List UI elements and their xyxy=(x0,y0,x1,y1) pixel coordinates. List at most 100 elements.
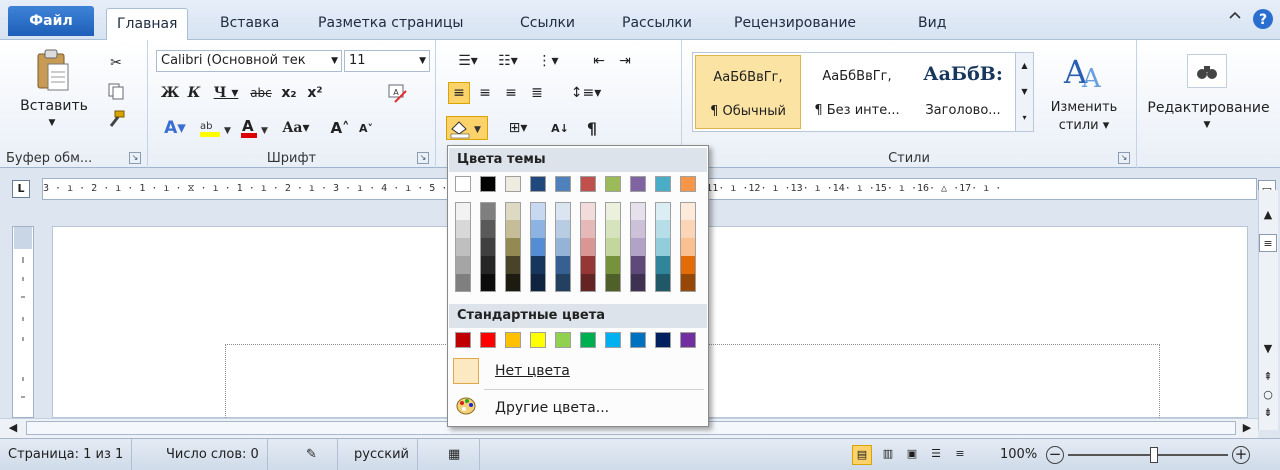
color-swatch[interactable] xyxy=(655,256,671,274)
font-name-combo[interactable]: Calibri (Основной тек ▼ xyxy=(156,50,342,72)
align-right-button[interactable]: ≡ xyxy=(500,82,522,104)
color-swatch[interactable] xyxy=(630,238,646,256)
color-swatch[interactable] xyxy=(630,202,646,220)
tab-file[interactable]: Файл xyxy=(8,6,94,36)
color-swatch[interactable] xyxy=(605,202,621,220)
color-swatch[interactable] xyxy=(580,256,596,274)
color-swatch[interactable] xyxy=(605,256,621,274)
color-swatch[interactable] xyxy=(605,332,621,348)
shrink-font-button[interactable]: A˅ xyxy=(354,116,378,140)
minimize-ribbon-icon[interactable] xyxy=(1224,8,1246,30)
strikethrough-button[interactable]: abc xyxy=(246,82,276,104)
scroll-up-icon[interactable]: ▲ xyxy=(1259,206,1277,224)
color-swatch[interactable] xyxy=(505,256,521,274)
zoom-out-icon[interactable]: − xyxy=(1046,446,1064,464)
web-layout-view-icon[interactable]: ▣ xyxy=(902,445,922,465)
tab-review[interactable]: Рецензирование xyxy=(724,8,866,40)
color-swatch[interactable] xyxy=(555,332,571,348)
color-swatch[interactable] xyxy=(630,332,646,348)
zoom-level[interactable]: 100% xyxy=(1000,439,1037,470)
line-spacing-button[interactable]: ↕≡▾ xyxy=(568,82,604,104)
color-swatch[interactable] xyxy=(530,332,546,348)
outline-view-icon[interactable]: ☰ xyxy=(926,445,946,465)
paste-dropdown-arrow-icon[interactable]: ▼ xyxy=(44,116,60,130)
color-swatch[interactable] xyxy=(505,238,521,256)
style-normal[interactable]: АаБбВвГг, ¶ Обычный xyxy=(695,55,801,129)
tab-selector-icon[interactable]: L xyxy=(12,180,30,198)
color-swatch[interactable] xyxy=(680,176,696,192)
vertical-scrollbar[interactable]: ▲ ≡ ▼ ⇞ ○ ⇟ xyxy=(1258,190,1278,430)
color-swatch[interactable] xyxy=(630,256,646,274)
subscript-button[interactable]: x₂ xyxy=(278,82,300,104)
color-swatch[interactable] xyxy=(605,238,621,256)
color-swatch[interactable] xyxy=(680,220,696,238)
style-heading-1[interactable]: АаБбВ: Заголово... xyxy=(913,55,1013,129)
zoom-slider-thumb[interactable] xyxy=(1150,447,1158,463)
full-screen-reading-view-icon[interactable]: ▥ xyxy=(878,445,898,465)
color-swatch[interactable] xyxy=(680,274,696,292)
format-painter-icon[interactable] xyxy=(104,108,128,130)
cut-icon[interactable]: ✂ xyxy=(104,52,128,74)
copy-icon[interactable] xyxy=(104,80,128,102)
tab-insert[interactable]: Вставка xyxy=(210,8,289,40)
clear-formatting-icon[interactable]: A xyxy=(384,80,410,106)
color-swatch[interactable] xyxy=(655,202,671,220)
more-colors-item[interactable]: Другие цвета... xyxy=(449,392,707,424)
draft-view-icon[interactable]: ≡ xyxy=(950,445,970,465)
bold-button[interactable]: Ж xyxy=(160,82,180,104)
color-swatch[interactable] xyxy=(655,332,671,348)
change-case-button[interactable]: Aa▾ xyxy=(276,116,316,140)
borders-button[interactable]: ⊞▾ xyxy=(498,116,538,140)
status-language[interactable]: русский xyxy=(346,439,418,470)
font-launcher-icon[interactable]: ↘ xyxy=(417,152,429,164)
color-swatch[interactable] xyxy=(605,176,621,192)
color-swatch[interactable] xyxy=(505,202,521,220)
color-swatch[interactable] xyxy=(505,332,521,348)
scroll-thumb[interactable]: ≡ xyxy=(1259,234,1277,252)
select-browse-object-icon[interactable]: ○ xyxy=(1259,386,1277,404)
clipboard-launcher-icon[interactable]: ↘ xyxy=(129,152,141,164)
tab-view[interactable]: Вид xyxy=(908,8,956,40)
highlight-color-button[interactable]: ab ▼ xyxy=(196,116,234,140)
italic-button[interactable]: К xyxy=(184,82,204,104)
increase-indent-icon[interactable]: ⇥ xyxy=(614,50,636,72)
scroll-right-icon[interactable]: ▶ xyxy=(1238,419,1256,437)
font-color-button[interactable]: A ▼ xyxy=(238,116,272,140)
color-swatch[interactable] xyxy=(505,274,521,292)
status-word-count[interactable]: Число слов: 0 xyxy=(158,439,268,470)
grow-font-button[interactable]: A˄ xyxy=(328,116,352,140)
color-swatch[interactable] xyxy=(505,176,521,192)
scroll-down-icon[interactable]: ▼ xyxy=(1259,340,1277,358)
styles-gallery-scroll[interactable]: ▲ ▼ ▾ xyxy=(1015,53,1033,131)
tab-page-layout[interactable]: Разметка страницы xyxy=(308,8,473,40)
color-swatch[interactable] xyxy=(530,238,546,256)
color-swatch[interactable] xyxy=(455,238,471,256)
align-left-button[interactable]: ≡ xyxy=(448,82,470,104)
numbering-button[interactable]: ☷▾ xyxy=(490,50,526,72)
change-styles-icon[interactable]: AA xyxy=(1044,48,1124,94)
editing-dropdown-icon[interactable]: ▼ xyxy=(1199,118,1215,132)
bullets-button[interactable]: ☰▾ xyxy=(450,50,486,72)
color-swatch[interactable] xyxy=(455,220,471,238)
color-swatch[interactable] xyxy=(480,202,496,220)
color-swatch[interactable] xyxy=(655,176,671,192)
color-swatch[interactable] xyxy=(555,176,571,192)
color-swatch[interactable] xyxy=(455,202,471,220)
color-swatch[interactable] xyxy=(630,176,646,192)
next-page-icon[interactable]: ⇟ xyxy=(1259,404,1277,422)
no-color-item[interactable]: Нет цвета xyxy=(449,355,707,387)
color-swatch[interactable] xyxy=(580,202,596,220)
color-swatch[interactable] xyxy=(480,274,496,292)
color-swatch[interactable] xyxy=(580,176,596,192)
tab-mailings[interactable]: Рассылки xyxy=(612,8,702,40)
color-swatch[interactable] xyxy=(555,274,571,292)
change-styles-label[interactable]: Изменить xyxy=(1040,98,1128,116)
macro-record-icon[interactable]: ▦ xyxy=(440,439,480,470)
print-layout-view-icon[interactable]: ▤ xyxy=(852,445,872,465)
color-swatch[interactable] xyxy=(605,274,621,292)
color-swatch[interactable] xyxy=(655,220,671,238)
color-swatch[interactable] xyxy=(530,202,546,220)
color-swatch[interactable] xyxy=(555,256,571,274)
style-no-spacing[interactable]: АаБбВвГг, ¶ Без инте... xyxy=(803,55,911,129)
multilevel-list-button[interactable]: ⋮▾ xyxy=(530,50,566,72)
